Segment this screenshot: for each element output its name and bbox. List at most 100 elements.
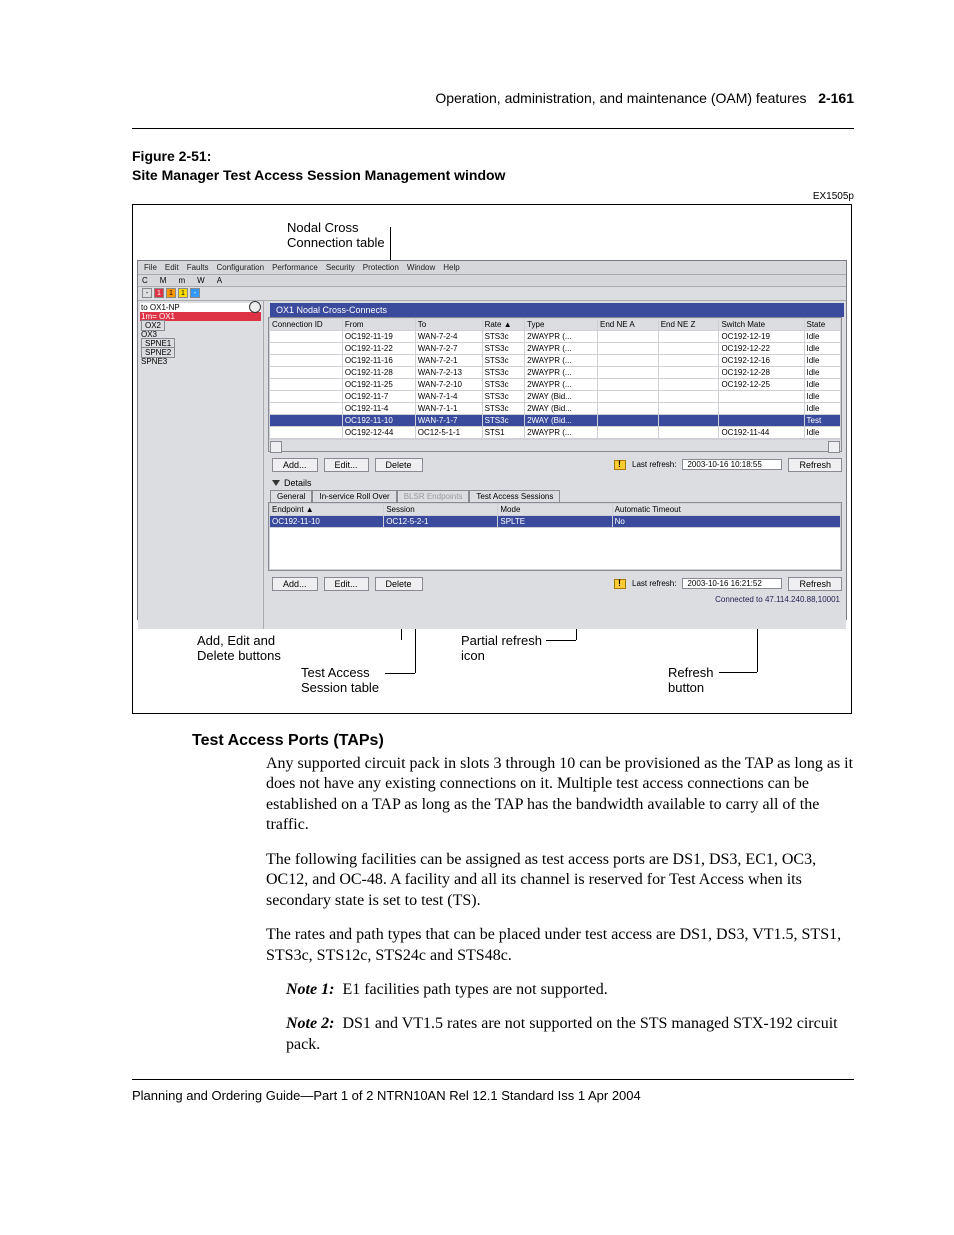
note-2: Note 2: DS1 and VT1.5 rates are not supp…: [286, 1014, 854, 1055]
table-row[interactable]: OC192-11-4WAN-7-1-1STS3c2WAY (Bid...Idle: [270, 402, 841, 414]
edit-button[interactable]: Edit...: [324, 458, 369, 472]
column-header[interactable]: Automatic Timeout: [612, 503, 840, 515]
section-heading: Test Access Ports (TAPs): [192, 732, 854, 750]
tree-item[interactable]: to OX1-NP: [140, 303, 261, 312]
table-row[interactable]: OC192-11-7WAN-7-1-4STS3c2WAY (Bid...Idle: [270, 390, 841, 402]
alarm-count: -: [190, 288, 200, 298]
column-header[interactable]: End NE Z: [658, 318, 719, 330]
column-header[interactable]: Switch Mate: [719, 318, 804, 330]
callout-refresh-button: Refresh button: [668, 665, 714, 696]
table-row[interactable]: OC192-11-19WAN-7-2-4STS3c2WAYPR (...OC19…: [270, 330, 841, 342]
column-header[interactable]: Endpoint ▲: [270, 503, 384, 515]
edit-button[interactable]: Edit...: [324, 577, 369, 591]
alarm-letter: m: [178, 276, 185, 285]
column-header[interactable]: Session: [384, 503, 498, 515]
tree-item[interactable]: SPNE3: [140, 357, 261, 366]
add-button[interactable]: Add...: [272, 577, 318, 591]
alarm-count-boxes: -111-: [142, 288, 200, 298]
alarm-count: 1: [166, 288, 176, 298]
menu-item[interactable]: Performance: [272, 263, 318, 272]
table-row[interactable]: OC192-11-22WAN-7-2-7STS3c2WAYPR (...OC19…: [270, 342, 841, 354]
menu-item[interactable]: Window: [407, 263, 435, 272]
app-window: File Edit Faults Configuration Performance Se…: [137, 260, 847, 620]
page-number: 2-161: [818, 90, 854, 106]
column-header[interactable]: Mode: [498, 503, 612, 515]
tab[interactable]: General: [270, 490, 312, 502]
running-footer: Planning and Ordering Guide—Part 1 of 2 …: [132, 1088, 854, 1103]
alarm-letter: C: [142, 276, 148, 285]
callout-cross-connection-table: Nodal Cross Connection table: [287, 220, 385, 251]
status-line: Connected to 47.114.240.88,10001: [264, 593, 846, 604]
rule-top: [132, 128, 854, 129]
table-row[interactable]: OC192-11-16WAN-7-2-1STS3c2WAYPR (...OC19…: [270, 354, 841, 366]
table-row[interactable]: OC192-12-44OC12-5-1-1STS12WAYPR (...OC19…: [270, 426, 841, 438]
figure-number: Figure 2-51:: [132, 147, 854, 166]
column-header[interactable]: Type: [525, 318, 598, 330]
note-1: Note 1: E1 facilities path types are not…: [286, 980, 854, 1000]
refresh-button[interactable]: Refresh: [788, 458, 842, 472]
leader: [385, 673, 415, 674]
callout-partial-refresh-icon: Partial refresh icon: [461, 633, 542, 664]
details-header[interactable]: Details: [264, 474, 846, 490]
last-refresh-time: 2003-10-16 10:18:55: [682, 459, 782, 470]
last-refresh-label: Last refresh:: [632, 460, 676, 469]
rule-bottom: [132, 1079, 854, 1080]
alarm-count: 1: [154, 288, 164, 298]
body-text: Any supported circuit pack in slots 3 th…: [266, 754, 854, 1056]
note-text: E1 facilities path types are not support…: [342, 981, 607, 998]
add-button[interactable]: Add...: [272, 458, 318, 472]
figure-title: Site Manager Test Access Session Managem…: [132, 166, 854, 185]
alarm-count: -: [142, 288, 152, 298]
last-refresh-time: 2003-10-16 16:21:52: [682, 578, 782, 589]
column-header[interactable]: Rate ▲: [482, 318, 525, 330]
tab: BLSR Endpoints: [397, 490, 470, 502]
column-header[interactable]: From: [342, 318, 415, 330]
tab[interactable]: In-service Roll Over: [312, 490, 396, 502]
horizontal-scrollbar[interactable]: [269, 439, 841, 451]
menu-item[interactable]: Faults: [187, 263, 209, 272]
menu-item[interactable]: Security: [326, 263, 355, 272]
partial-refresh-icon[interactable]: [614, 579, 626, 589]
note-text: DS1 and VT1.5 rates are not supported on…: [286, 1015, 838, 1052]
menu-item[interactable]: Protection: [363, 263, 399, 272]
alarm-letters: C Mm W A: [142, 276, 222, 285]
cross-connect-table[interactable]: Connection IDFromToRate ▲TypeEnd NE AEnd…: [268, 317, 842, 452]
tree-item[interactable]: OX2: [140, 321, 261, 330]
figure-heading: Figure 2-51: Site Manager Test Access Se…: [132, 147, 854, 185]
refresh-button[interactable]: Refresh: [788, 577, 842, 591]
lower-button-row: Add... Edit... Delete Last refresh: 2003…: [264, 571, 846, 593]
tab[interactable]: Test Access Sessions: [469, 490, 560, 502]
table-row[interactable]: OC192-11-10WAN-7-1-7STS3c2WAY (Bid...Tes…: [270, 414, 841, 426]
menu-item[interactable]: Edit: [165, 263, 179, 272]
note-label: Note 1:: [286, 981, 334, 998]
alarm-letter: M: [160, 276, 167, 285]
alarm-count: 1: [178, 288, 188, 298]
callout-add-edit-delete: Add, Edit and Delete buttons: [197, 633, 281, 664]
nav-tree[interactable]: to OX1-NP1m=OX1OX2 OX3SPNE1SPNE2 SPNE3: [138, 301, 264, 629]
table-row[interactable]: OC192-11-28WAN-7-2-13STS3c2WAYPR (...OC1…: [270, 366, 841, 378]
paragraph: The following facilities can be assigned…: [266, 850, 854, 911]
details-tabs: GeneralIn-service Roll OverBLSR Endpoint…: [264, 490, 846, 502]
menu-item[interactable]: Configuration: [216, 263, 264, 272]
column-header[interactable]: Connection ID: [270, 318, 343, 330]
table-row[interactable]: OC192-11-10OC12-5-2-1SPLTENo: [270, 515, 841, 527]
alarm-letter: A: [217, 276, 222, 285]
tree-item[interactable]: SPNE2: [140, 348, 261, 357]
details-label: Details: [284, 478, 312, 488]
running-head: Operation, administration, and maintenan…: [132, 90, 854, 106]
table-row[interactable]: OC192-11-25WAN-7-2-10STS3c2WAYPR (...OC1…: [270, 378, 841, 390]
panel-title: OX1 Nodal Cross-Connects: [270, 303, 844, 317]
column-header[interactable]: To: [415, 318, 482, 330]
column-header[interactable]: State: [804, 318, 841, 330]
menu-item[interactable]: Help: [443, 263, 459, 272]
partial-refresh-icon[interactable]: [614, 460, 626, 470]
chapter-title: Operation, administration, and maintenan…: [435, 90, 806, 106]
menu-item[interactable]: File: [144, 263, 157, 272]
test-access-session-table[interactable]: Endpoint ▲SessionModeAutomatic Timeout O…: [268, 502, 842, 571]
alarm-bar: C Mm W A: [138, 275, 846, 287]
delete-button[interactable]: Delete: [375, 458, 423, 472]
alarm-letter: W: [197, 276, 205, 285]
column-header[interactable]: End NE A: [597, 318, 658, 330]
paragraph: The rates and path types that can be pla…: [266, 925, 854, 966]
delete-button[interactable]: Delete: [375, 577, 423, 591]
